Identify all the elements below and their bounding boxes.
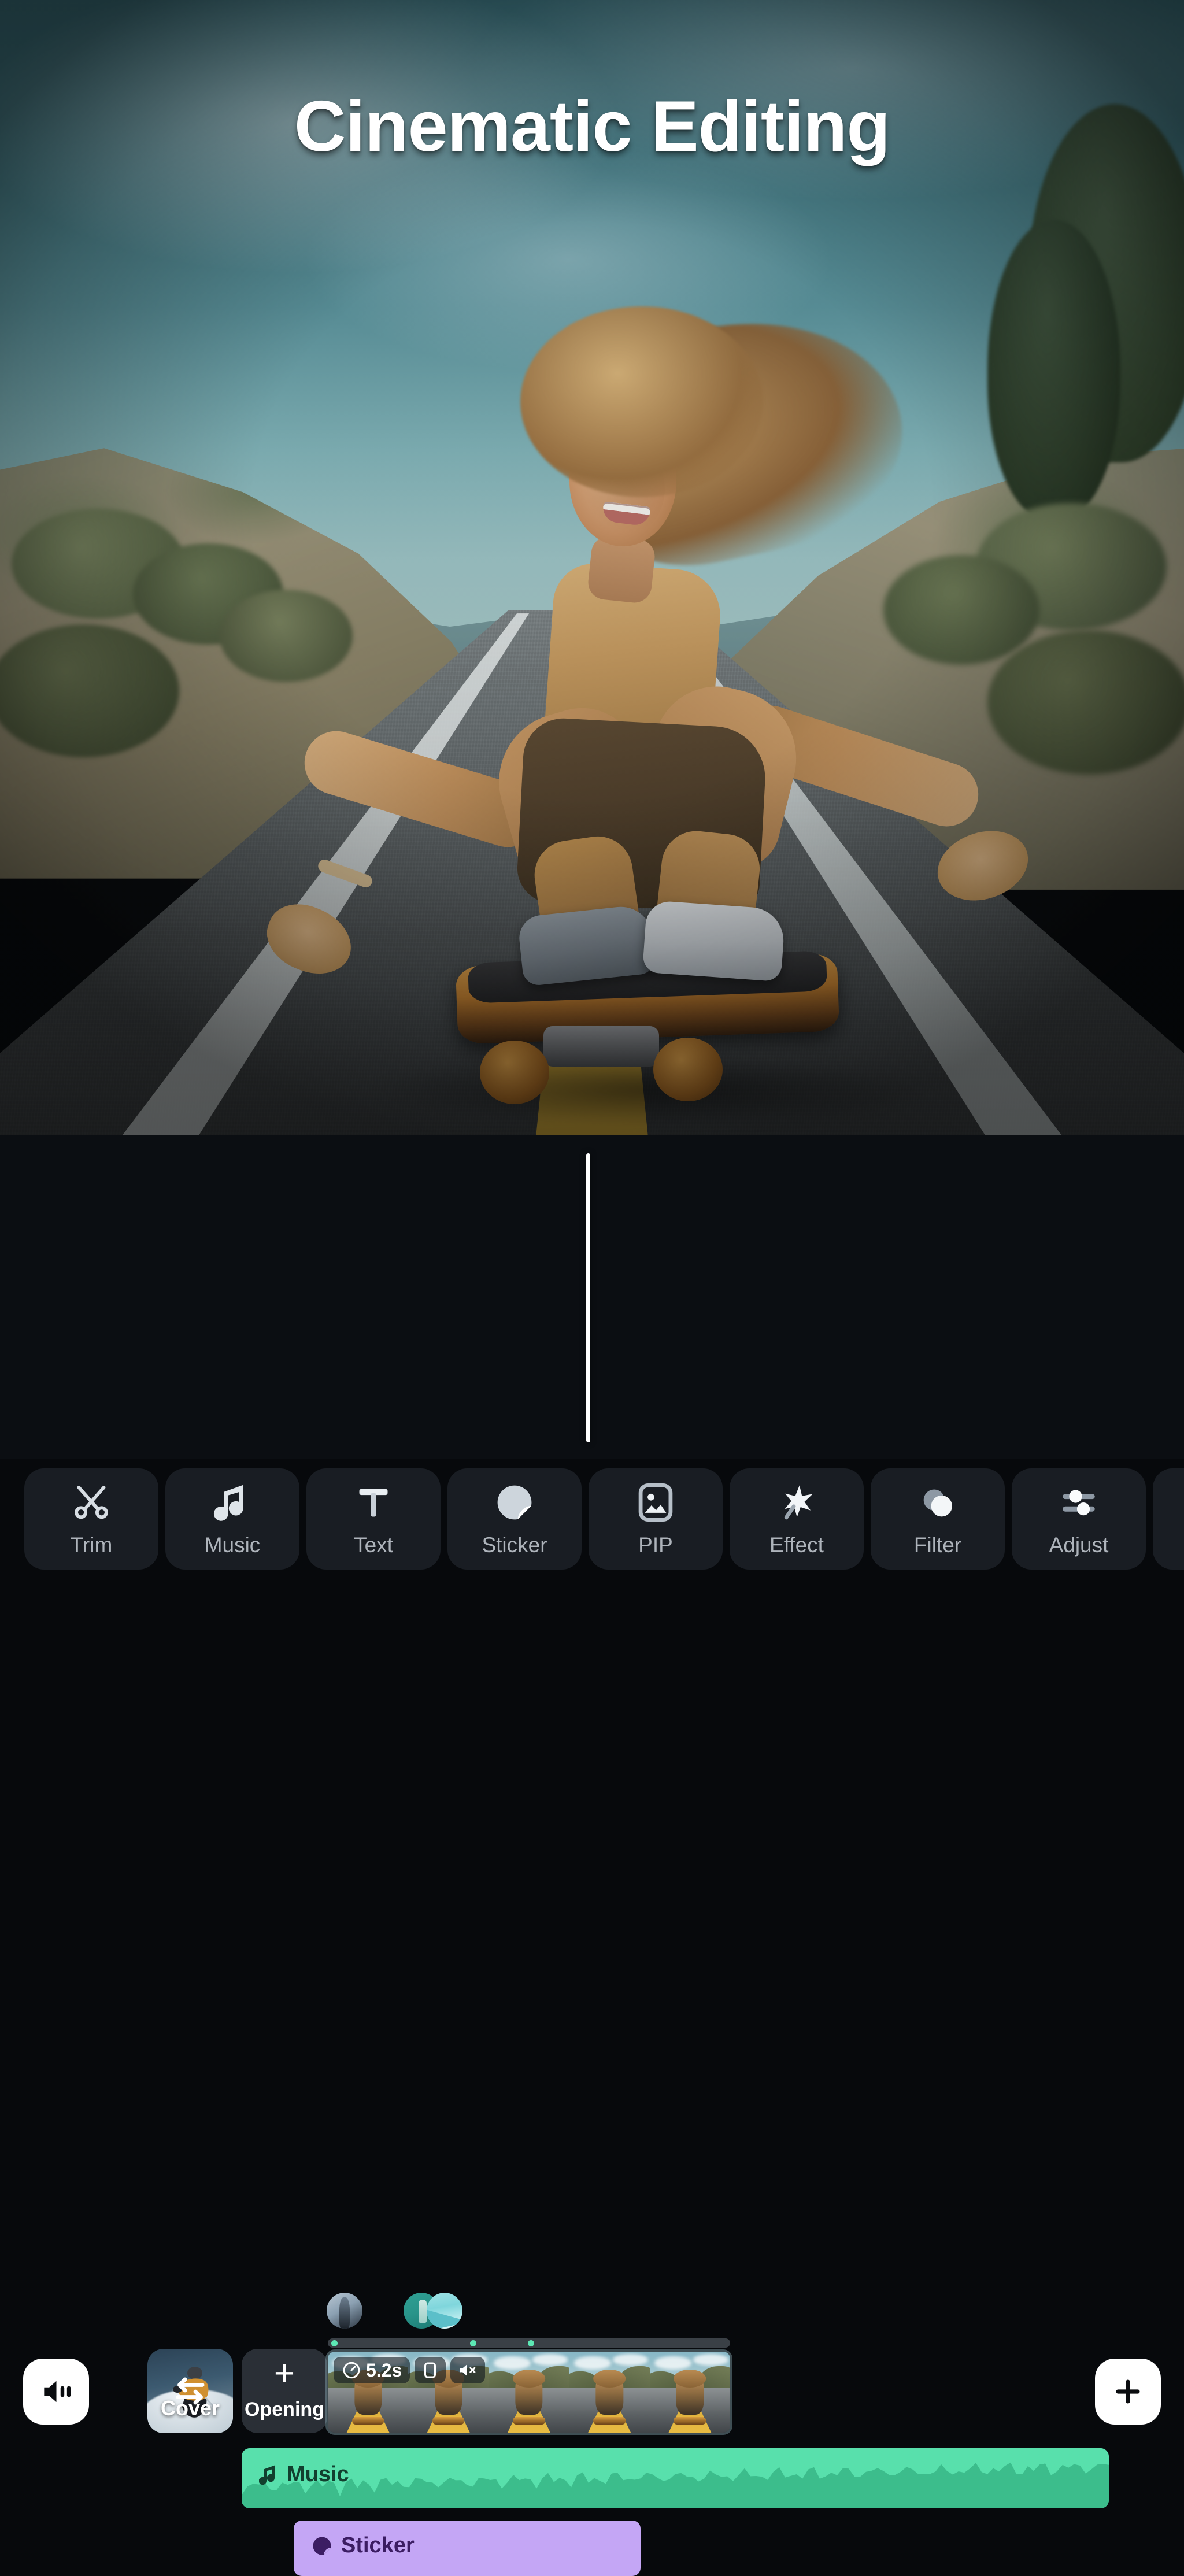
plus-icon: +	[273, 2353, 295, 2393]
bottom-toolbar[interactable]: Trim Music Text Sticker PIP Effect Filter Adjus…	[0, 1459, 1184, 1579]
crop-frame-icon	[424, 2362, 436, 2378]
marker-dot	[331, 2340, 338, 2346]
clip-frame	[649, 2352, 730, 2433]
overlay-thumbnail[interactable]	[427, 2293, 462, 2329]
audio-track-label: Music	[259, 2462, 349, 2487]
playhead[interactable]	[586, 1153, 590, 1442]
cover-button[interactable]: Cover	[147, 2349, 233, 2433]
marker-dot	[470, 2340, 476, 2346]
page-title: Cinematic Editing	[294, 87, 890, 166]
tool-label: PIP	[638, 1533, 673, 1557]
music-note-icon	[212, 1481, 253, 1524]
tool-label: Effect	[769, 1533, 824, 1557]
clip-badges: 5.2s	[334, 2357, 486, 2383]
audio-track[interactable]: Music	[242, 2448, 1109, 2508]
audio-waveform	[242, 2462, 1109, 2508]
picture-in-picture-icon	[635, 1481, 676, 1524]
opening-button-label: Opening	[245, 2399, 324, 2421]
sticker-track-label: Sticker	[311, 2533, 415, 2558]
opening-button[interactable]: + Opening	[242, 2349, 327, 2433]
music-note-icon	[259, 2465, 275, 2485]
tool-label: Sticker	[482, 1533, 547, 1557]
video-preview[interactable]: Cinematic Editing 00:29/00:34	[0, 0, 1184, 1135]
preview-image	[0, 0, 1184, 1135]
add-clip-button[interactable]	[1095, 2359, 1161, 2425]
clip-mute-badge[interactable]	[450, 2357, 486, 2383]
tool-format[interactable]: Format	[1153, 1468, 1184, 1570]
clip-marker-strip[interactable]	[328, 2338, 730, 2348]
sticker-icon	[494, 1481, 535, 1524]
tool-sticker[interactable]: Sticker	[447, 1468, 582, 1570]
tool-adjust[interactable]: Adjust	[1012, 1468, 1146, 1570]
clip-frame	[489, 2352, 569, 2433]
timeline-ruler[interactable]: 00:29/00:34 00:0000:0203s04s05s06s07s	[0, 1107, 1184, 1135]
tool-pip[interactable]: PIP	[589, 1468, 723, 1570]
clip-duration-badge[interactable]: 5.2s	[334, 2357, 410, 2383]
sticker-track[interactable]: Sticker	[294, 2521, 641, 2576]
timeline-panel[interactable]: Cover + Opening 5.2s Music Sticker	[0, 1135, 1184, 2576]
marker-dot	[528, 2340, 534, 2346]
text-t-icon	[353, 1481, 394, 1524]
sparkle-star-icon	[775, 1481, 818, 1524]
speedometer-icon	[343, 2362, 360, 2379]
tool-effect[interactable]: Effect	[730, 1468, 864, 1570]
preview-controls	[0, 1035, 1184, 1107]
tool-label: Music	[204, 1533, 261, 1557]
cover-button-label: Cover	[160, 2396, 220, 2420]
tool-trim[interactable]: Trim	[24, 1468, 158, 1570]
sliders-icon	[1057, 1481, 1100, 1524]
clip-duration-text: 5.2s	[366, 2359, 402, 2381]
tool-label: Adjust	[1049, 1533, 1109, 1557]
clip-crop-badge[interactable]	[415, 2357, 446, 2383]
audio-track-name: Music	[287, 2462, 349, 2486]
overlapping-circles-icon	[916, 1481, 959, 1524]
scissors-icon	[70, 1481, 113, 1524]
tool-music[interactable]: Music	[165, 1468, 299, 1570]
volume-button[interactable]	[23, 2359, 89, 2425]
speaker-mute-icon	[460, 2364, 476, 2376]
speaker-icon	[44, 2381, 71, 2403]
tool-label: Trim	[70, 1533, 113, 1557]
tool-label: Filter	[913, 1533, 962, 1557]
video-clip-track[interactable]: 5.2s	[328, 2352, 730, 2433]
sticker-track-name: Sticker	[341, 2533, 415, 2558]
tool-filter[interactable]: Filter	[871, 1468, 1005, 1570]
sticker-icon	[313, 2536, 331, 2555]
overlay-thumbnail[interactable]	[327, 2293, 362, 2329]
tool-label: Text	[354, 1533, 393, 1557]
tool-text[interactable]: Text	[306, 1468, 441, 1570]
clip-frame	[569, 2352, 650, 2433]
plus-icon	[1116, 2379, 1140, 2404]
